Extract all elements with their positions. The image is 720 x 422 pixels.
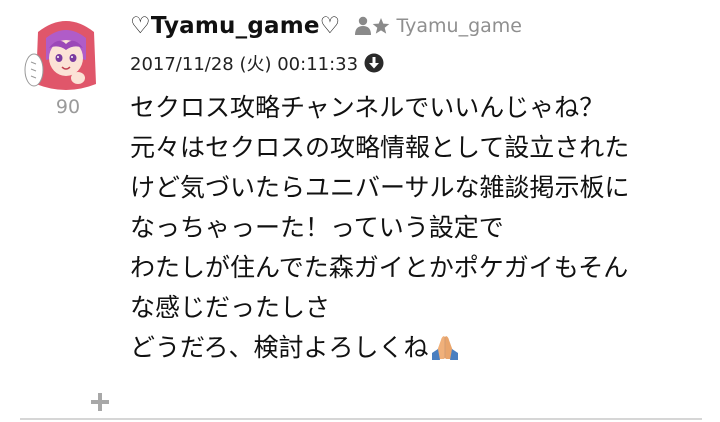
post-timestamp: 2017/11/28 (火) 00:11:33 — [130, 54, 359, 75]
download-icon[interactable] — [364, 53, 384, 73]
folded-hands-emoji — [431, 336, 458, 360]
post-line: けど気づいたらユニバーサルな雑談掲示板に — [130, 173, 630, 202]
post-line: わたしが住んでた森ガイとかポケガイもそん — [130, 253, 629, 282]
person-star-icon — [354, 16, 391, 36]
user-id[interactable]: Tyamu_game — [397, 15, 523, 37]
divider — [20, 418, 702, 420]
plus-icon[interactable] — [88, 390, 112, 414]
post: 90 ♡Tyamu_game♡ Tyamu_game 2017/11/28 (火… — [0, 0, 720, 422]
post-last-line: どうだろ、検討よろしくね — [130, 328, 710, 368]
post-line: なっちゃっーた！っていう設定で — [130, 213, 504, 242]
avatar-column: 90 — [22, 14, 114, 118]
post-line: な感じだったしさ — [130, 293, 331, 322]
post-number: 90 — [55, 96, 81, 118]
post-line: 元々はセクロスの攻略情報として設立された — [130, 133, 630, 162]
post-line-text: どうだろ、検討よろしくね — [130, 333, 429, 362]
post-body: セクロス攻略チャンネルでいいんじゃね？ 元々はセクロスの攻略情報として設立された… — [130, 88, 710, 368]
post-header: ♡Tyamu_game♡ Tyamu_game 2017/11/28 (火) 0… — [130, 10, 522, 75]
post-line: セクロス攻略チャンネルでいいんじゃね？ — [130, 93, 605, 122]
name-row: ♡Tyamu_game♡ Tyamu_game — [130, 10, 522, 42]
username[interactable]: ♡Tyamu_game♡ — [130, 13, 341, 39]
date-row: 2017/11/28 (火) 00:11:33 — [130, 52, 522, 75]
avatar[interactable] — [22, 14, 110, 96]
